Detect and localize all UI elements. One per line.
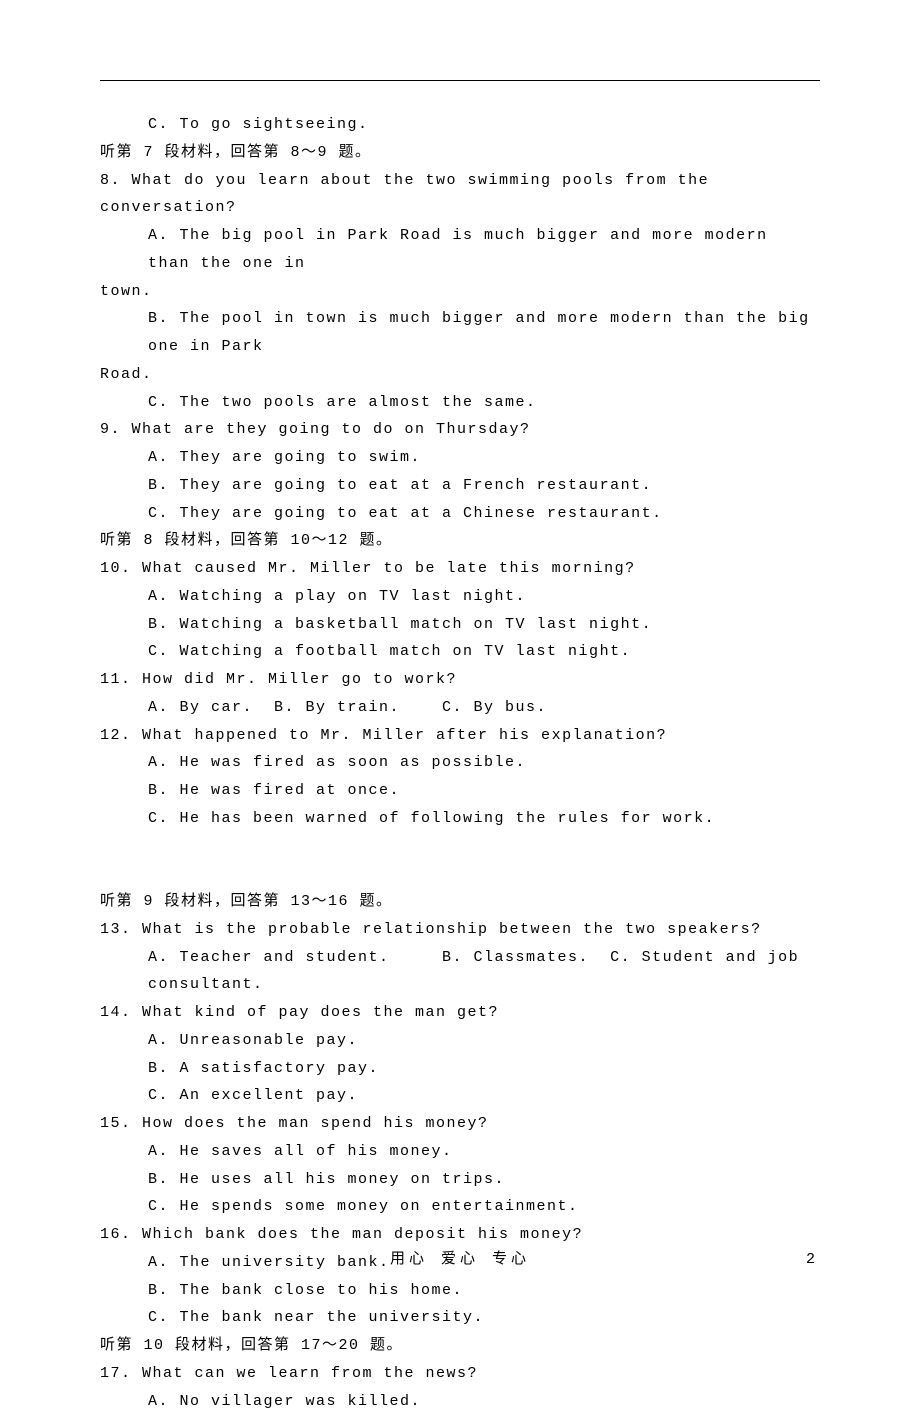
text-line: C. The bank near the university. — [100, 1304, 820, 1332]
text-line: A. He was fired as soon as possible. — [100, 749, 820, 777]
text-line: C. They are going to eat at a Chinese re… — [100, 500, 820, 528]
text-line: C. He has been warned of following the r… — [100, 805, 820, 833]
text-line: B. Watching a basketball match on TV las… — [100, 611, 820, 639]
text-line: 13. What is the probable relationship be… — [100, 916, 820, 944]
text-line: A. Watching a play on TV last night. — [100, 583, 820, 611]
text-line: B. A satisfactory pay. — [100, 1055, 820, 1083]
text-line: A. Teacher and student. B. Classmates. C… — [100, 944, 820, 1000]
text-line: B. They are going to eat at a French res… — [100, 472, 820, 500]
text-line: 听第 7 段材料，回答第 8～9 题。 — [100, 139, 820, 167]
text-line: 听第 10 段材料，回答第 17～20 题。 — [100, 1332, 820, 1360]
text-line: 16. Which bank does the man deposit his … — [100, 1221, 820, 1249]
text-line: B. The bank close to his home. — [100, 1277, 820, 1305]
text-line: town. — [100, 278, 820, 306]
text-line: B. He was fired at once. — [100, 777, 820, 805]
text-line: A. The big pool in Park Road is much big… — [100, 222, 820, 278]
text-line: A. He saves all of his money. — [100, 1138, 820, 1166]
text-line: C. The two pools are almost the same. — [100, 389, 820, 417]
footer-text: 用心 爱心 专心 — [390, 1251, 530, 1268]
top-rule — [100, 80, 820, 81]
page-number: 2 — [806, 1246, 815, 1274]
document-page: C. To go sightseeing.听第 7 段材料，回答第 8～9 题。… — [0, 0, 920, 1302]
text-line: 8. What do you learn about the two swimm… — [100, 167, 820, 223]
text-line: Road. — [100, 361, 820, 389]
text-line: C. To go sightseeing. — [100, 111, 820, 139]
text-line: 12. What happened to Mr. Miller after hi… — [100, 722, 820, 750]
text-line: A. No villager was killed. — [100, 1388, 820, 1415]
text-line: 听第 8 段材料，回答第 10～12 题。 — [100, 527, 820, 555]
text-line: B. The pool in town is much bigger and m… — [100, 305, 820, 361]
page-footer: 用心 爱心 专心 2 — [0, 1246, 920, 1274]
document-body: C. To go sightseeing.听第 7 段材料，回答第 8～9 题。… — [100, 111, 820, 1415]
text-line: 9. What are they going to do on Thursday… — [100, 416, 820, 444]
text-line: 听第 9 段材料，回答第 13～16 题。 — [100, 888, 820, 916]
blank-line — [100, 833, 820, 889]
text-line: A. Unreasonable pay. — [100, 1027, 820, 1055]
text-line: A. By car. B. By train. C. By bus. — [100, 694, 820, 722]
text-line: 17. What can we learn from the news? — [100, 1360, 820, 1388]
text-line: B. He uses all his money on trips. — [100, 1166, 820, 1194]
text-line: 15. How does the man spend his money? — [100, 1110, 820, 1138]
text-line: 11. How did Mr. Miller go to work? — [100, 666, 820, 694]
text-line: A. They are going to swim. — [100, 444, 820, 472]
text-line: C. Watching a football match on TV last … — [100, 638, 820, 666]
text-line: C. He spends some money on entertainment… — [100, 1193, 820, 1221]
text-line: 10. What caused Mr. Miller to be late th… — [100, 555, 820, 583]
text-line: C. An excellent pay. — [100, 1082, 820, 1110]
text-line: 14. What kind of pay does the man get? — [100, 999, 820, 1027]
